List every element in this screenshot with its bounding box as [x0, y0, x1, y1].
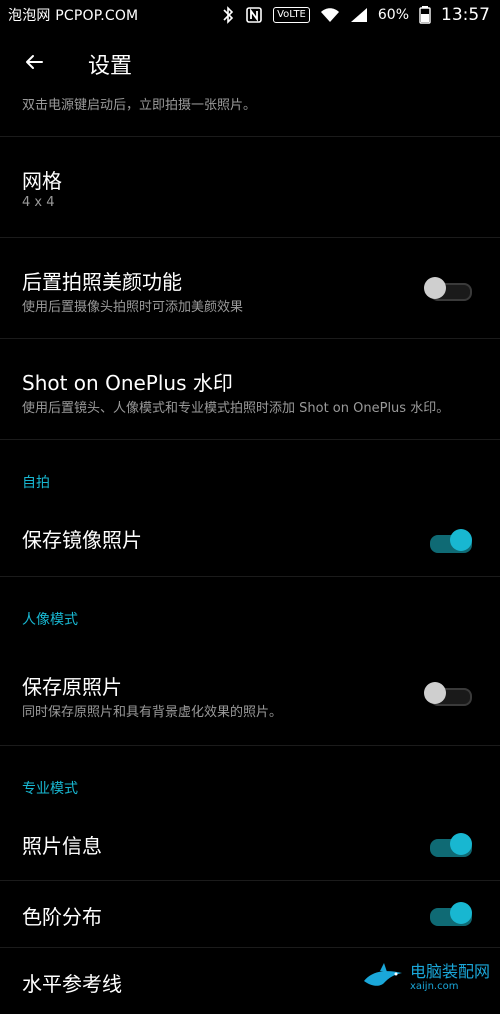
photo-info-title: 照片信息 [22, 834, 102, 858]
signal-icon [350, 7, 368, 23]
portrait-section-label: 人像模式 [22, 612, 78, 628]
save-mirrored-toggle[interactable] [430, 529, 472, 553]
grid-title: 网格 [22, 169, 62, 193]
save-original-title: 保存原照片 [22, 675, 122, 699]
grid-subtitle: 4 x 4 [22, 195, 55, 210]
shot-on-oneplus-row[interactable]: Shot on OnePlus 水印 使用后置镜头、人像模式和专业模式拍照时添加… [0, 339, 500, 440]
histogram-title: 色阶分布 [22, 905, 102, 929]
save-original-subtitle: 同时保存原照片和具有背景虚化效果的照片。 [22, 705, 283, 720]
save-original-toggle[interactable] [424, 682, 472, 706]
shot-on-oneplus-subtitle: 使用后置镜头、人像模式和专业模式拍照时添加 Shot on OnePlus 水印… [22, 401, 450, 416]
histogram-toggle[interactable] [430, 902, 472, 926]
nfc-icon [245, 6, 263, 24]
pro-mode-section: 专业模式 [0, 746, 500, 810]
toggle-knob [450, 902, 472, 924]
volte-icon: VoLTE [273, 7, 310, 23]
wifi-icon [320, 7, 340, 23]
rear-beauty-row[interactable]: 后置拍照美颜功能 使用后置摄像头拍照时可添加美颜效果 [0, 238, 500, 339]
photo-info-row[interactable]: 照片信息 [0, 810, 500, 881]
watermark-line1: 电脑装配网 [409, 962, 490, 982]
back-arrow-icon [22, 50, 46, 78]
toggle-knob [450, 529, 472, 551]
selfie-section-label: 自拍 [22, 475, 50, 491]
battery-percent: 60% [377, 7, 409, 23]
save-mirrored-row[interactable]: 保存镜像照片 [0, 504, 500, 577]
selfie-section: 自拍 [0, 440, 500, 504]
rear-beauty-toggle[interactable] [424, 277, 472, 301]
portrait-section: 人像模式 [0, 577, 500, 641]
histogram-row[interactable]: 色阶分布 [0, 881, 500, 948]
settings-list: 双击电源键启动后，立即拍摄一张照片。 网格 4 x 4 后置拍照美颜功能 使用后… [0, 88, 500, 1014]
double-tap-capture-row[interactable]: 双击电源键启动后，立即拍摄一张照片。 [0, 88, 500, 137]
toggle-knob [424, 277, 446, 299]
shark-logo-icon [362, 961, 404, 994]
status-left-text: 泡泡网 PCPOP.COM [8, 8, 139, 24]
horizon-title: 水平参考线 [22, 972, 122, 996]
status-right: VoLTE 60% 13:57 [221, 5, 500, 25]
site-watermark: 电脑装配网 xaijn.com [362, 961, 490, 994]
watermark-text: 电脑装配网 xaijn.com [410, 963, 490, 992]
grid-row[interactable]: 网格 4 x 4 [0, 137, 500, 238]
rear-beauty-title: 后置拍照美颜功能 [22, 270, 182, 294]
status-time: 13:57 [441, 5, 490, 25]
pro-mode-section-label: 专业模式 [22, 781, 78, 797]
toggle-knob [450, 833, 472, 855]
watermark-line2: xaijn.com [409, 980, 459, 992]
status-bar: 泡泡网 PCPOP.COM VoLTE 60% 13:57 [0, 0, 500, 30]
rear-beauty-subtitle: 使用后置摄像头拍照时可添加美颜效果 [22, 300, 244, 315]
save-original-row[interactable]: 保存原照片 同时保存原照片和具有背景虚化效果的照片。 [0, 641, 500, 746]
battery-icon [419, 6, 431, 24]
back-button[interactable] [14, 44, 54, 84]
bluetooth-icon [221, 6, 235, 24]
page-title: 设置 [88, 54, 133, 79]
double-tap-subtitle: 双击电源键启动后，立即拍摄一张照片。 [22, 98, 257, 113]
shot-on-oneplus-title: Shot on OnePlus 水印 [22, 371, 233, 395]
photo-info-toggle[interactable] [430, 833, 472, 857]
save-mirrored-title: 保存镜像照片 [22, 528, 142, 552]
toggle-knob [424, 682, 446, 704]
